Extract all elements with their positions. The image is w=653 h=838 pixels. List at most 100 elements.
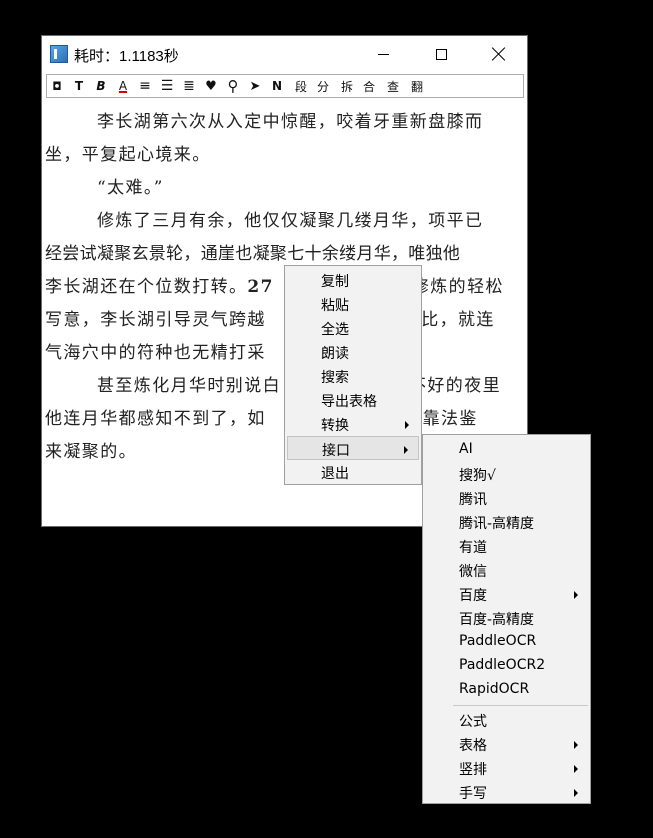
- submenu-arrow-icon: [405, 421, 409, 429]
- merge-label: 合: [362, 79, 375, 94]
- break-button[interactable]: 拆: [338, 77, 356, 95]
- text-fragment: 李长湖还在个位数打转。: [45, 277, 248, 297]
- title-bar[interactable]: 耗时：1.1183秒: [42, 36, 527, 72]
- font-color-icon: A: [118, 79, 128, 93]
- engine-tencent-hq[interactable]: 腾讯-高精度: [425, 510, 588, 534]
- menu-item-label: 表格: [459, 738, 487, 754]
- palette-button[interactable]: ♥: [202, 77, 220, 95]
- engine-baidu-hq[interactable]: 百度-高精度: [425, 606, 588, 630]
- engine-sogou[interactable]: 搜狗√: [425, 462, 588, 486]
- submenu-arrow-icon: [574, 741, 578, 749]
- segment-button[interactable]: 段: [292, 77, 310, 95]
- menu-item-label: 转换: [321, 418, 349, 434]
- split-label: 分: [316, 79, 329, 94]
- align-left-icon: ≡: [139, 78, 151, 94]
- interface-submenu: AI 搜狗√ 腾讯 腾讯-高精度 有道 微信 百度 百度-高精度 PaddleO…: [422, 434, 591, 804]
- menu-item-paste[interactable]: 粘贴: [287, 292, 419, 316]
- send-button[interactable]: ➤: [246, 77, 264, 95]
- menu-item-copy[interactable]: 复制: [287, 268, 419, 292]
- engine-baidu[interactable]: 百度: [425, 582, 588, 606]
- translate-button[interactable]: 翻: [408, 77, 426, 95]
- close-icon: [492, 47, 506, 61]
- menu-item-label: 微信: [459, 564, 487, 580]
- segment-label: 段: [294, 79, 307, 94]
- minimize-button[interactable]: [360, 36, 406, 72]
- menu-item-label: 搜索: [321, 370, 349, 386]
- frame-icon: ◘: [52, 79, 62, 93]
- menu-item-select-all[interactable]: 全选: [287, 316, 419, 340]
- menu-item-label: 复制: [321, 274, 349, 290]
- app-icon: [50, 45, 68, 63]
- window-title: 耗时：1.1183秒: [74, 48, 179, 65]
- text-line: “太难。”: [97, 178, 164, 198]
- send-icon: ➤: [249, 78, 261, 94]
- mode-handwriting[interactable]: 手写: [425, 780, 588, 804]
- search-icon: ⚲: [227, 77, 239, 95]
- menu-item-export-table[interactable]: 导出表格: [287, 388, 419, 412]
- menu-item-read-aloud[interactable]: 朗读: [287, 340, 419, 364]
- engine-rapidocr[interactable]: RapidOCR: [425, 678, 588, 702]
- menu-item-label: RapidOCR: [459, 681, 530, 697]
- translate-label: 翻: [410, 79, 423, 94]
- text-button[interactable]: T: [70, 77, 88, 95]
- text-icon: T: [74, 79, 84, 93]
- menu-item-interface[interactable]: 接口: [287, 436, 419, 460]
- n-button[interactable]: N: [268, 77, 286, 95]
- menu-item-label: PaddleOCR: [459, 633, 537, 649]
- align-right-icon: ≣: [183, 78, 195, 94]
- bold-button[interactable]: B: [92, 77, 110, 95]
- menu-item-label: 公式: [459, 714, 487, 730]
- engine-wechat[interactable]: 微信: [425, 558, 588, 582]
- text-fragment: 写意，李长湖引导灵气跨越: [45, 310, 266, 330]
- mode-vertical[interactable]: 竖排: [425, 756, 588, 780]
- align-right-button[interactable]: ≣: [180, 77, 198, 95]
- menu-item-search[interactable]: 搜索: [287, 364, 419, 388]
- split-button[interactable]: 分: [314, 77, 332, 95]
- submenu-arrow-icon: [574, 789, 578, 797]
- text-fragment: 他连月华都感知不到了，如: [45, 409, 266, 429]
- minimize-icon: [377, 53, 389, 55]
- menu-item-label: 腾讯: [459, 492, 487, 508]
- menu-item-label: 搜狗√: [459, 468, 496, 484]
- engine-paddleocr[interactable]: PaddleOCR: [425, 630, 588, 654]
- menu-item-label: 腾讯-高精度: [459, 516, 535, 532]
- menu-separator: [453, 705, 588, 706]
- bold-icon: B: [96, 79, 106, 93]
- engine-tencent[interactable]: 腾讯: [425, 486, 588, 510]
- text-line: 坐，平复起心境来。: [45, 145, 211, 165]
- menu-item-label: 百度-高精度: [459, 612, 535, 628]
- menu-item-label: 竖排: [459, 762, 487, 778]
- palette-icon: ♥: [205, 78, 217, 94]
- align-justify-icon: ☰: [160, 78, 174, 94]
- font-color-button[interactable]: A: [114, 77, 132, 95]
- frame-button[interactable]: ◘: [48, 77, 66, 95]
- menu-item-label: 有道: [459, 540, 487, 556]
- text-fragment: 不好的夜里: [409, 376, 501, 396]
- search-button[interactable]: ⚲: [224, 77, 242, 95]
- submenu-arrow-icon: [404, 446, 408, 454]
- maximize-button[interactable]: [418, 36, 464, 72]
- merge-button[interactable]: 合: [360, 77, 378, 95]
- menu-item-label: 朗读: [321, 346, 349, 362]
- menu-item-label: 接口: [322, 443, 350, 459]
- menu-item-convert[interactable]: 转换: [287, 412, 419, 436]
- text-line: 修炼了三月有余，他仅仅凝聚几缕月华，项平已: [97, 211, 484, 231]
- mode-formula[interactable]: 公式: [425, 708, 588, 732]
- context-menu: 复制 粘贴 全选 朗读 搜索 导出表格 转换 接口 退出: [284, 265, 422, 485]
- maximize-icon: [435, 48, 447, 60]
- text-line: 李长湖第六次从入定中惊醒，咬着牙重新盘膝而: [97, 112, 484, 132]
- align-justify-button[interactable]: ☰: [158, 77, 176, 95]
- break-label: 拆: [340, 79, 353, 94]
- menu-item-exit[interactable]: 退出: [287, 460, 419, 484]
- mode-table[interactable]: 表格: [425, 732, 588, 756]
- engine-youdao[interactable]: 有道: [425, 534, 588, 558]
- text-fragment: 甚至炼化月华时别说白: [97, 376, 281, 396]
- engine-ai[interactable]: AI: [425, 438, 588, 462]
- align-left-button[interactable]: ≡: [136, 77, 154, 95]
- menu-item-label: PaddleOCR2: [459, 657, 546, 673]
- engine-paddleocr2[interactable]: PaddleOCR2: [425, 654, 588, 678]
- close-button[interactable]: [476, 36, 522, 72]
- submenu-arrow-icon: [574, 765, 578, 773]
- check-button[interactable]: 查: [384, 77, 402, 95]
- text-fragment: 修炼的轻松: [411, 277, 504, 297]
